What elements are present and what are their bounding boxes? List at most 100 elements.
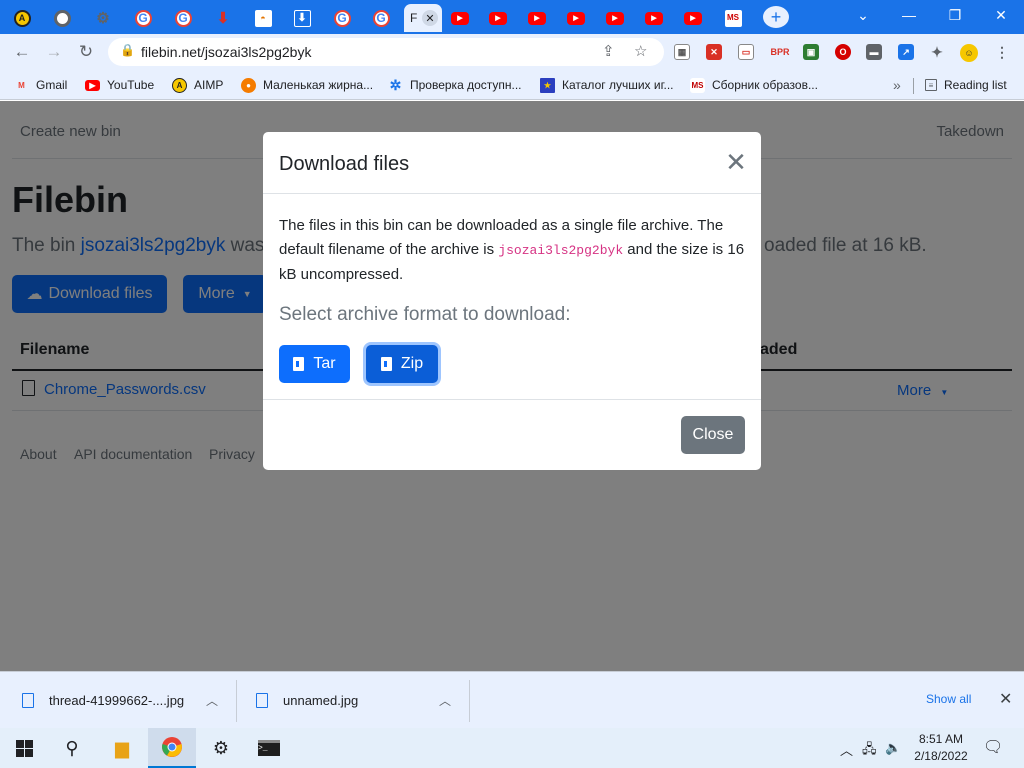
forward-arrow-icon[interactable]: → [42, 40, 66, 64]
tab-youtube-4[interactable]: ▶ [559, 4, 593, 32]
puzzle-icon[interactable]: ✦ [929, 44, 945, 60]
chrome-taskbar-icon[interactable] [148, 728, 196, 768]
profile-avatar[interactable]: ☺ [960, 44, 978, 62]
show-all-link[interactable]: Show all [926, 692, 971, 706]
shelf-separator [469, 680, 470, 722]
tab-youtube-7[interactable]: ▶ [676, 4, 710, 32]
extension-5-icon[interactable]: ▬ [866, 44, 882, 60]
tab-close-icon[interactable]: ✕ [422, 10, 438, 26]
bookmark-flame[interactable]: ● Маленькая жирна... [241, 76, 373, 94]
tab-aimp[interactable]: A [5, 4, 39, 32]
tray-chevron-up-icon[interactable]: ︿ [840, 740, 853, 759]
tab-filebin-active[interactable]: F ✕ [404, 4, 442, 32]
bookmark-ms[interactable]: MS Сборник образов... [690, 76, 818, 94]
reload-icon[interactable]: ↻ [74, 40, 98, 64]
download-item-2[interactable]: unnamed.jpg ︿ [256, 672, 466, 729]
tab-ms[interactable]: MS [716, 4, 750, 32]
extension-1-icon[interactable]: ▦ [674, 44, 690, 60]
windows-start-icon[interactable] [0, 728, 48, 768]
file-archive-icon [293, 357, 305, 371]
clock-date: 2/18/2022 [914, 749, 968, 763]
search-icon[interactable]: ⚲ [48, 728, 96, 768]
download-icon: ⬇ [293, 9, 311, 27]
bookmark-catalog[interactable]: ★ Каталог лучших иг... [540, 76, 674, 94]
clock-time: 8:51 AM [918, 732, 964, 746]
notifications-icon[interactable]: 🗨 [983, 737, 1003, 757]
network-icon[interactable]: 🖧 [862, 740, 877, 762]
bookmark-check[interactable]: ✲ Проверка доступн... [388, 76, 522, 94]
bookmarks-overflow-icon[interactable]: » [893, 76, 901, 94]
tab-youtube-3[interactable]: ▶ [520, 4, 554, 32]
new-tab-button[interactable]: + [763, 6, 789, 28]
youtube-icon: ▶ [684, 11, 702, 25]
browser-toolbar: ← → ↻ 🔒 filebin.net/jsozai3ls2pg2byk ⇪ ☆… [0, 34, 1024, 70]
menu-kebab-icon[interactable]: ⋮ [994, 44, 1010, 60]
flame-icon: ● [241, 77, 256, 93]
bookmark-label: YouTube [107, 78, 155, 92]
flag-icon: ★ [540, 77, 555, 93]
extension-4-icon[interactable]: ▣ [803, 44, 819, 60]
tab-search-chevron-icon[interactable]: ⌄ [840, 0, 886, 30]
image-file-icon [256, 693, 268, 708]
opera-icon[interactable]: O [835, 44, 851, 60]
tab-settings[interactable]: ⚙ [86, 4, 120, 32]
bookmark-label: Каталог лучших иг... [562, 78, 674, 92]
tab-google-1[interactable]: G [126, 4, 160, 32]
tab-google-4[interactable]: G [364, 4, 398, 32]
url-text[interactable]: filebin.net/jsozai3ls2pg2byk [141, 44, 311, 60]
tab-google-3[interactable]: G [325, 4, 359, 32]
gmail-icon: M [18, 80, 25, 90]
chevron-up-icon[interactable]: ︿ [439, 692, 451, 709]
bookmark-gmail[interactable]: M Gmail [14, 76, 67, 94]
tab-youtube-5[interactable]: ▶ [598, 4, 632, 32]
minimize-button[interactable]: — [886, 0, 932, 30]
youtube-icon: ▶ [528, 11, 546, 25]
shelf-separator [236, 680, 237, 722]
tab-google-2[interactable]: G [166, 4, 200, 32]
windows-taskbar: ⚲ ▆ ⚙ >_ ︿ 🖧 🔈 8:51 AM 2/18/2022 🗨 [0, 728, 1024, 768]
modal-header: Download files ✕ [263, 132, 761, 194]
bookmark-youtube[interactable]: ▶ YouTube [85, 76, 154, 94]
tar-button[interactable]: Tar [279, 345, 350, 383]
terminal-icon[interactable]: >_ [245, 728, 293, 768]
tab-red-arrow[interactable]: ⬇ [206, 4, 240, 32]
file-explorer-icon[interactable]: ▆ [98, 728, 146, 768]
file-archive-icon [380, 357, 392, 371]
restore-button[interactable]: ❐ [932, 0, 978, 30]
zip-button[interactable]: Zip [366, 345, 438, 383]
reading-list[interactable]: ≡ Reading list [925, 76, 1007, 94]
tab-youtube-2[interactable]: ▶ [481, 4, 515, 32]
extension-3-icon[interactable]: ▭ [738, 44, 754, 60]
google-icon: G [333, 9, 351, 27]
extension-2-icon[interactable]: ✕ [706, 44, 722, 60]
download-filename: thread-41999662-....jpg [49, 693, 185, 708]
settings-gear-icon[interactable]: ⚙ [197, 728, 245, 768]
extension-arrow-icon[interactable]: ↗ [898, 44, 914, 60]
share-icon[interactable]: ⇪ [602, 42, 615, 60]
format-prompt: Select archive format to download: [279, 304, 571, 325]
close-shelf-icon[interactable]: ✕ [999, 689, 1012, 709]
clock[interactable]: 8:51 AM 2/18/2022 [908, 731, 974, 765]
volume-icon[interactable]: 🔈 [885, 740, 901, 756]
extension-bpr-icon[interactable]: BPR [768, 44, 792, 60]
tab-youtube-6[interactable]: ▶ [637, 4, 671, 32]
bookmark-aimp[interactable]: A AIMP [172, 76, 223, 94]
gear-icon: ⚙ [96, 9, 110, 27]
close-icon[interactable]: ✕ [725, 147, 747, 177]
lock-icon[interactable]: 🔒 [120, 43, 135, 57]
chevron-up-icon[interactable]: ︿ [206, 692, 218, 709]
google-icon: G [174, 9, 192, 27]
close-button[interactable]: Close [681, 416, 745, 454]
tab-chromium[interactable] [45, 4, 79, 32]
youtube-icon: ▶ [451, 11, 469, 25]
address-bar[interactable]: 🔒 filebin.net/jsozai3ls2pg2byk ⇪ ☆ [108, 38, 664, 66]
tab-youtube-1[interactable]: ▶ [443, 4, 477, 32]
youtube-icon: ▶ [85, 79, 100, 91]
back-arrow-icon[interactable]: ← [10, 40, 34, 64]
bookmark-label: Проверка доступн... [410, 78, 522, 92]
tab-download[interactable]: ⬇ [285, 4, 319, 32]
window-close-button[interactable]: ✕ [978, 0, 1024, 30]
tab-image[interactable]: ◓ [246, 4, 280, 32]
download-item-1[interactable]: thread-41999662-....jpg ︿ [22, 672, 232, 729]
bookmark-star-icon[interactable]: ☆ [634, 42, 647, 60]
